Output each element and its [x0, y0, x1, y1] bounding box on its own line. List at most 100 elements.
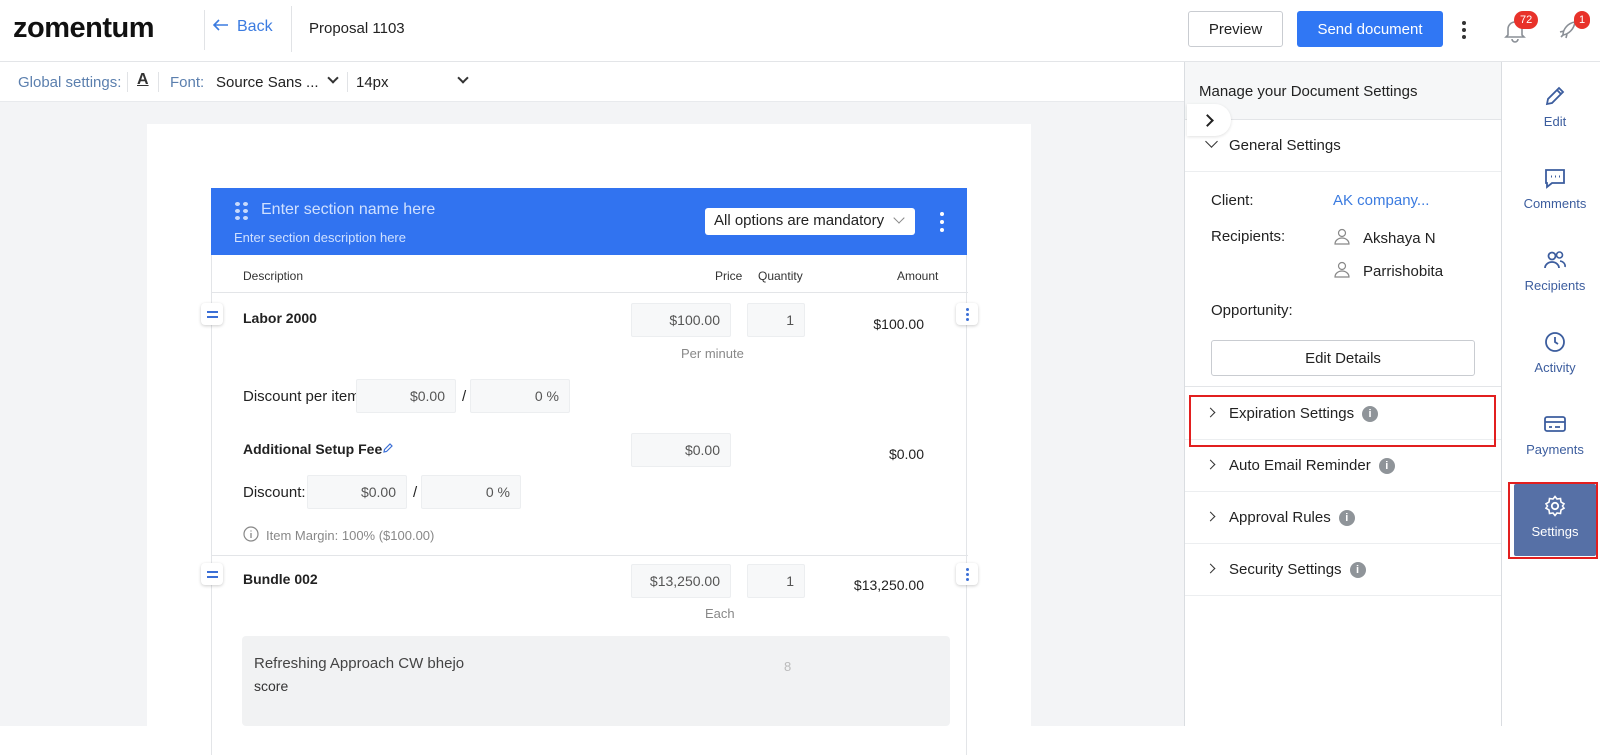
fee-discount-percent-input[interactable]: 0 %: [421, 475, 521, 509]
client-link[interactable]: AK company...: [1333, 192, 1429, 209]
chevron-right-icon: [1205, 511, 1216, 522]
rail-comments-label: Comments: [1523, 196, 1587, 211]
document-page: Enter section name here Enter section de…: [147, 124, 1031, 755]
bundle-item-quantity: 8: [784, 659, 792, 674]
pencil-icon[interactable]: [382, 441, 394, 459]
text-color-icon[interactable]: A: [137, 71, 149, 89]
price-input[interactable]: $100.00: [631, 303, 731, 337]
chevron-down-icon: [1205, 135, 1218, 148]
divider: [1185, 386, 1501, 387]
font-select[interactable]: Source Sans ...: [216, 74, 319, 91]
notifications-badge: 72: [1514, 11, 1539, 29]
rocket-badge: 1: [1574, 11, 1591, 29]
rail-recipients[interactable]: Recipients: [1514, 238, 1596, 310]
global-settings-bar: Global settings: A Font: Source Sans ...…: [0, 62, 1184, 102]
preview-button[interactable]: Preview: [1188, 11, 1283, 47]
approval-rules-toggle[interactable]: Approval Rules i: [1185, 492, 1501, 544]
chevron-right-icon: [1205, 563, 1216, 574]
back-button[interactable]: Back: [212, 18, 273, 36]
rail-activity[interactable]: Activity: [1514, 320, 1596, 392]
recipient: Akshaya N: [1333, 227, 1436, 249]
info-icon[interactable]: i: [1349, 562, 1366, 578]
divider: [158, 72, 159, 92]
rail-activity-label: Activity: [1534, 360, 1576, 375]
item-margin-text: Item Margin: 100% ($100.00): [266, 528, 435, 543]
row-drag-handle[interactable]: [201, 303, 223, 325]
divider: [347, 72, 348, 92]
rail-recipients-label: Recipients: [1524, 278, 1586, 293]
fee-price-input[interactable]: $0.00: [631, 433, 731, 467]
mandatory-options-select[interactable]: All options are mandatory: [705, 208, 915, 235]
chevron-down-icon[interactable]: [327, 72, 339, 84]
recipients-label: Recipients:: [1211, 228, 1286, 245]
section-more-icon[interactable]: [939, 212, 945, 232]
recipient-name: Akshaya N: [1363, 229, 1436, 247]
edit-details-button[interactable]: Edit Details: [1211, 340, 1475, 376]
recipient-name: Parrishobita: [1363, 262, 1444, 280]
drag-handle-icon[interactable]: [235, 202, 248, 220]
panel-title: Manage your Document Settings: [1199, 83, 1418, 100]
more-options-icon[interactable]: [1457, 18, 1471, 42]
font-label: Font:: [170, 74, 205, 91]
divider: [127, 72, 128, 92]
document-settings-panel: Manage your Document Settings General Se…: [1184, 62, 1502, 726]
rail-edit[interactable]: Edit: [1514, 74, 1596, 146]
general-settings-toggle[interactable]: General Settings: [1185, 120, 1501, 172]
security-settings-toggle[interactable]: Security Settings i: [1185, 544, 1501, 596]
bundle-name[interactable]: Bundle 002: [243, 571, 318, 587]
info-icon[interactable]: i: [1378, 458, 1395, 474]
quantity-input[interactable]: 1: [747, 303, 805, 337]
rail-comments[interactable]: Comments: [1514, 156, 1596, 228]
section-description-input[interactable]: Enter section description here: [234, 230, 406, 245]
divider: [204, 10, 205, 50]
item-name[interactable]: Labor 2000: [243, 310, 317, 326]
row-more-icon[interactable]: [956, 563, 978, 585]
client-label: Client:: [1211, 192, 1254, 209]
row-drag-handle[interactable]: [201, 563, 223, 585]
auto-email-reminder-label: Auto Email Reminder: [1229, 457, 1371, 474]
general-settings-label: General Settings: [1229, 137, 1341, 154]
expiration-settings-highlight: [1189, 395, 1496, 447]
approval-rules-label: Approval Rules: [1229, 509, 1331, 526]
right-rail: Edit Comments Recipients Activity Paymen…: [1502, 62, 1600, 726]
send-document-button[interactable]: Send document: [1297, 11, 1443, 47]
fee-discount-separator: /: [413, 484, 418, 501]
bundle-amount-value: $13,250.00: [853, 577, 924, 593]
column-header-quantity: Quantity: [758, 269, 803, 283]
card-icon: [1544, 416, 1566, 432]
rail-edit-label: Edit: [1543, 114, 1567, 129]
chevron-down-icon: [893, 212, 905, 224]
settings-highlight: [1508, 482, 1598, 559]
font-size-select[interactable]: 14px: [356, 74, 389, 91]
auto-email-reminder-toggle[interactable]: Auto Email Reminder i: [1185, 440, 1501, 492]
document-title[interactable]: Proposal 1103: [309, 20, 405, 37]
fee-name[interactable]: Additional Setup Fee: [243, 441, 382, 457]
info-circle-icon: [243, 526, 259, 545]
rail-payments-label: Payments: [1526, 442, 1584, 457]
zomentum-logo[interactable]: zomentum: [13, 12, 155, 45]
discount-percent-input[interactable]: 0 %: [470, 379, 570, 413]
discount-label: Discount per item:: [243, 388, 364, 405]
chevron-down-icon[interactable]: [457, 72, 469, 84]
bundle-price-input[interactable]: $13,250.00: [631, 564, 731, 598]
discount-amount-input[interactable]: $0.00: [356, 379, 456, 413]
divider: [291, 6, 292, 52]
users-icon: [1544, 251, 1566, 269]
item-margin-note: Item Margin: 100% ($100.00): [243, 526, 434, 545]
fee-discount-amount-input[interactable]: $0.00: [307, 475, 407, 509]
column-header-amount: Amount: [897, 269, 939, 283]
divider: [212, 292, 968, 293]
info-icon[interactable]: i: [1338, 510, 1355, 526]
global-settings-label: Global settings:: [18, 74, 122, 91]
panel-header: Manage your Document Settings: [1185, 62, 1501, 120]
security-settings-label: Security Settings: [1229, 561, 1342, 578]
row-more-icon[interactable]: [956, 303, 978, 325]
bundle-item-title: Refreshing Approach CW bhejo: [254, 655, 465, 672]
column-header-price: Price: [715, 269, 743, 283]
bundle-quantity-input[interactable]: 1: [747, 564, 805, 598]
section-name-input[interactable]: Enter section name here: [261, 201, 435, 219]
fee-amount-value: $0.00: [888, 446, 924, 462]
opportunity-label: Opportunity:: [1211, 302, 1293, 319]
user-icon: [1333, 260, 1351, 282]
rail-payments[interactable]: Payments: [1514, 402, 1596, 474]
